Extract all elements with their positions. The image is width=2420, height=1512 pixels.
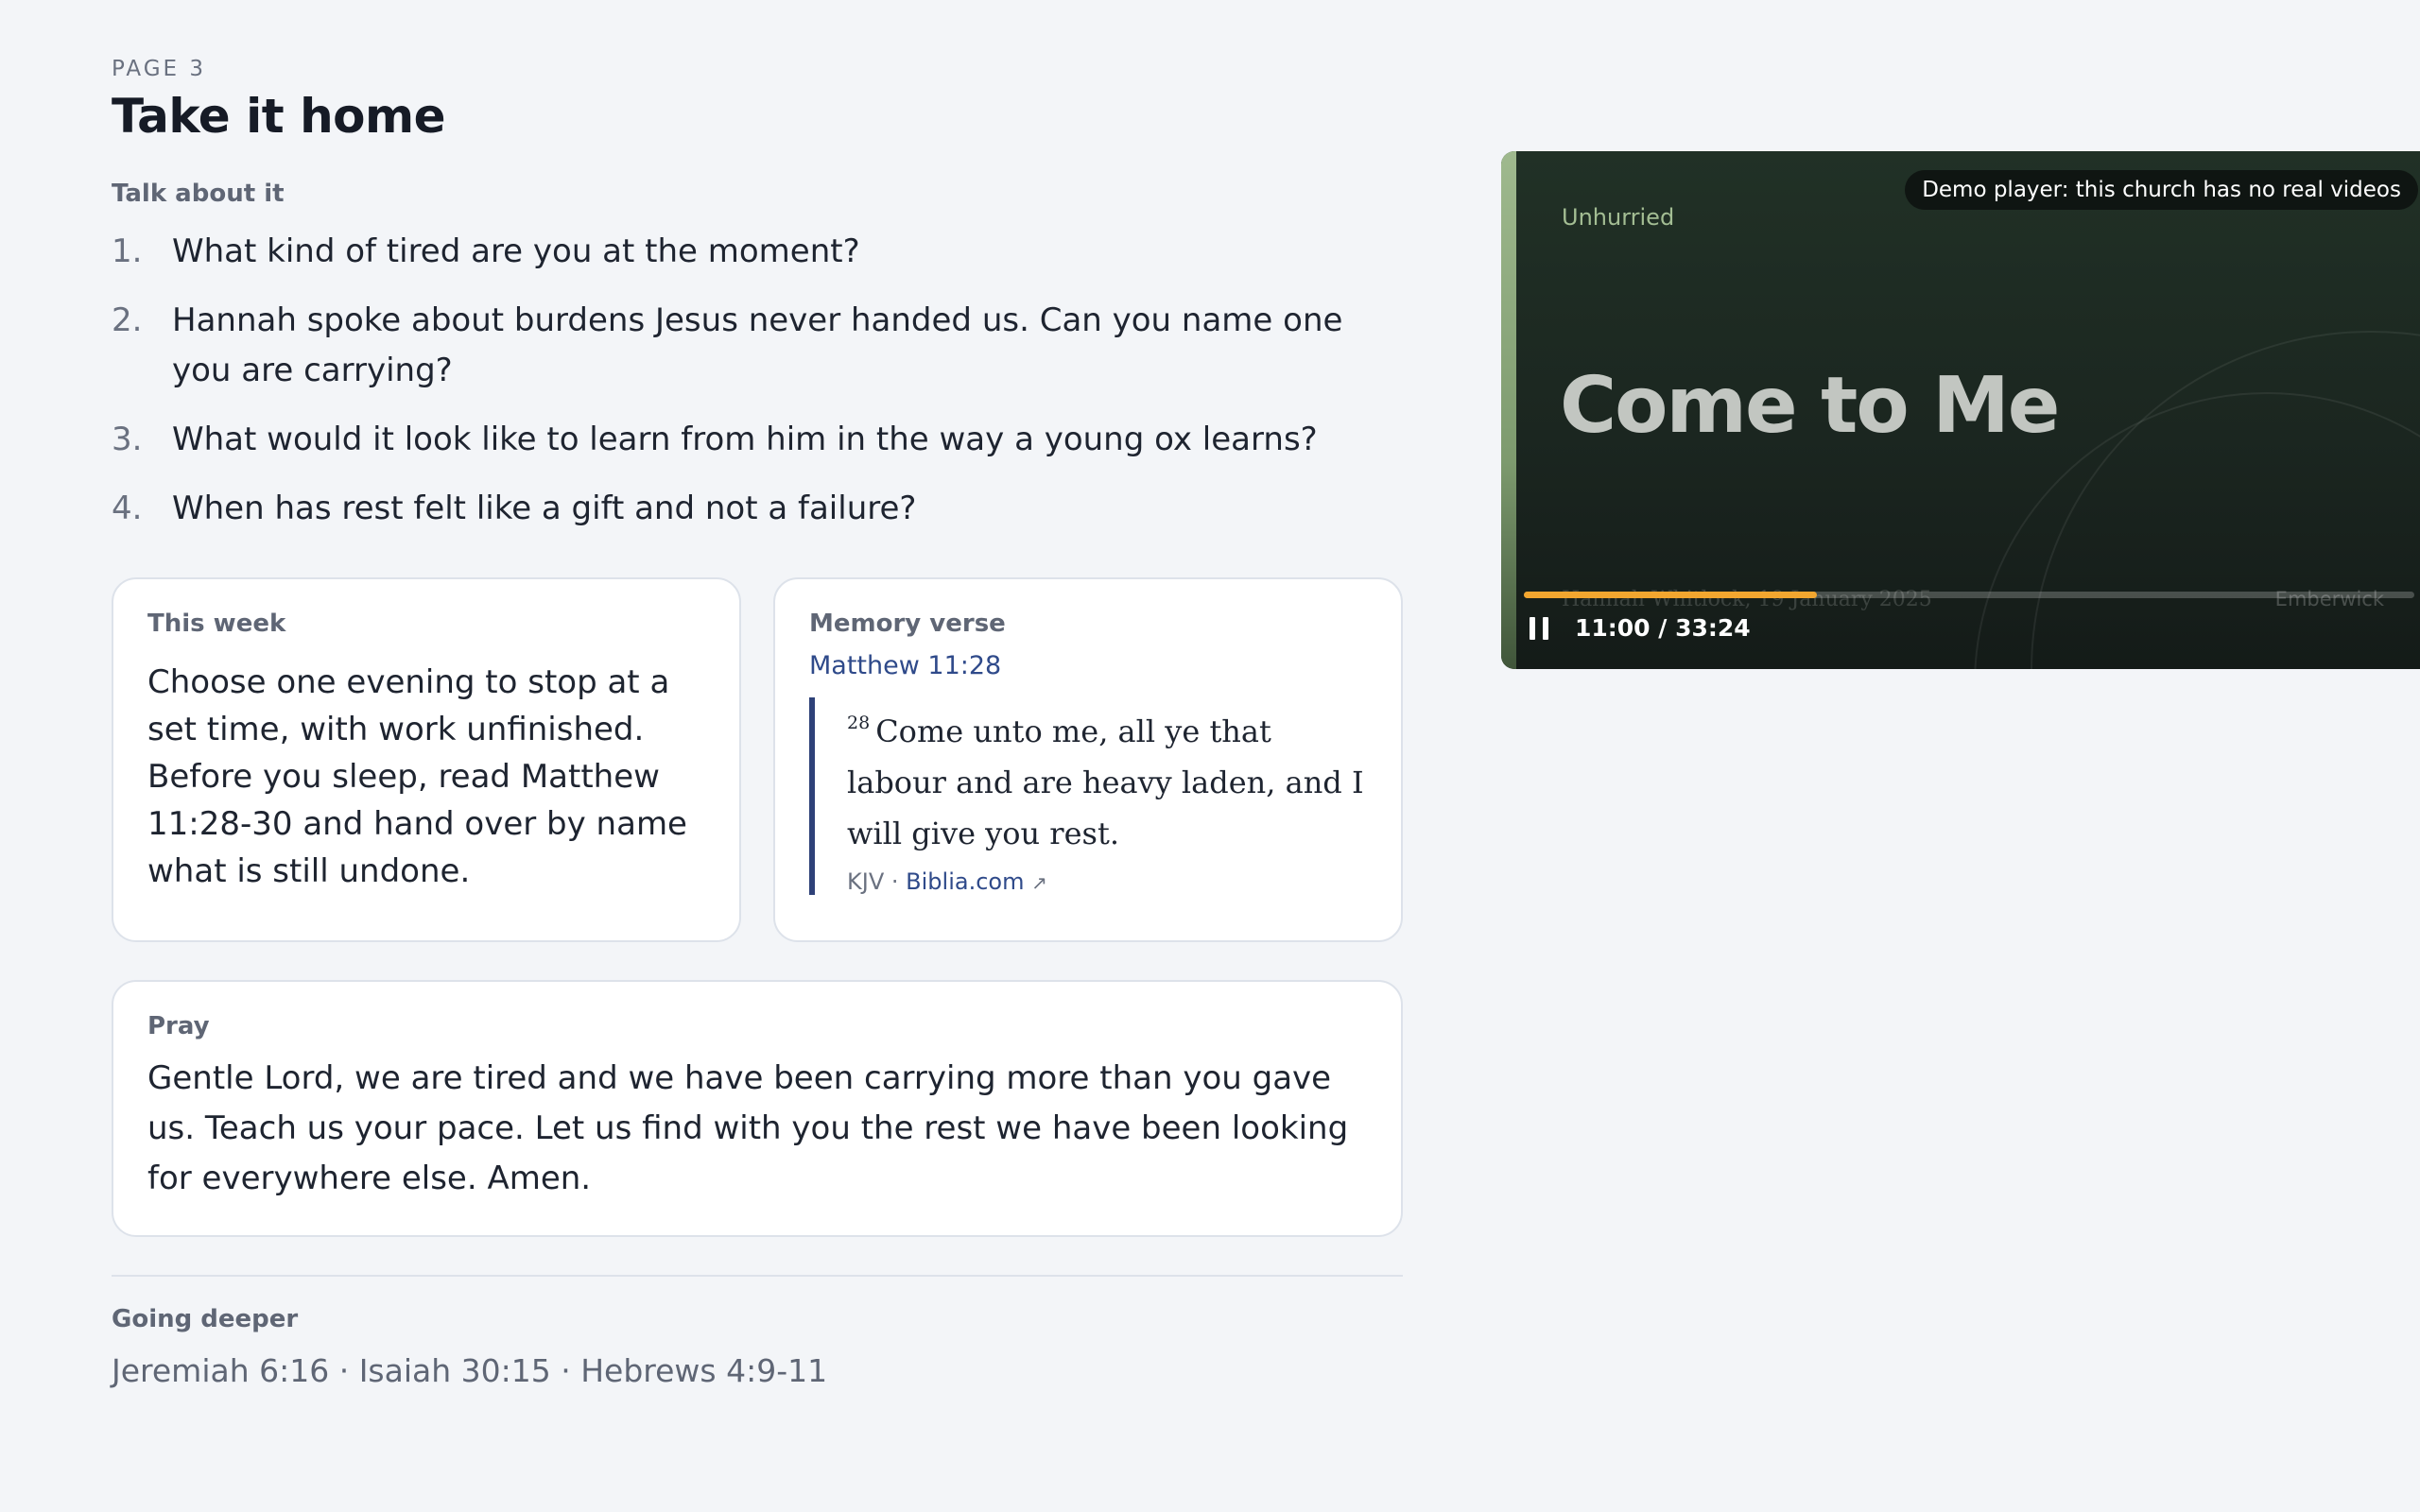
decorative-arc	[2031, 331, 2420, 669]
pause-button[interactable]	[1530, 616, 1548, 640]
question-text: When has rest felt like a gift and not a…	[172, 490, 917, 527]
question-number: 1.	[112, 232, 143, 270]
verse-text-block: 28 Come unto me, all ye that labour and a…	[847, 697, 1367, 859]
demo-badge: Demo player: this church has no real vid…	[1905, 170, 2418, 210]
question-text: What would it look like to learn from hi…	[172, 421, 1318, 458]
pause-icon	[1543, 616, 1548, 640]
question-item: 2. Hannah spoke about burdens Jesus neve…	[112, 296, 1403, 396]
going-deeper-references: Jeremiah 6:16 · Isaiah 30:15 · Hebrews 4…	[112, 1352, 828, 1389]
page-label: PAGE 3	[112, 57, 207, 81]
question-number: 2.	[112, 301, 143, 339]
time-display: 11:00 / 33:24	[1575, 614, 1751, 642]
sermon-title: Come to Me	[1560, 361, 2060, 451]
question-item: 3. What would it look like to learn from…	[112, 415, 1403, 465]
player-controls: 11:00 / 33:24	[1530, 614, 1751, 642]
series-name: Unhurried	[1562, 204, 1675, 231]
this-week-label: This week	[147, 610, 286, 638]
page-title: Take it home	[112, 89, 446, 144]
question-text: What kind of tired are you at the moment…	[172, 232, 860, 270]
this-week-card: This week Choose one evening to stop at …	[112, 577, 741, 942]
verse-number: 28	[847, 713, 871, 733]
divider	[112, 1275, 1403, 1277]
memory-verse-card: Memory verse Matthew 11:28 28 Come unto m…	[773, 577, 1403, 942]
question-number: 3.	[112, 421, 143, 458]
verse-source: KJV · Biblia.com ↗	[847, 868, 1367, 895]
question-item: 4. When has rest felt like a gift and no…	[112, 484, 1403, 534]
video-player[interactable]: Unhurried Come to Me Hannah Whitlock, 19…	[1501, 151, 2420, 669]
question-text: Hannah spoke about burdens Jesus never h…	[172, 301, 1343, 389]
pray-card: Pray Gentle Lord, we are tired and we ha…	[112, 980, 1403, 1237]
biblia-link[interactable]: Biblia.com	[906, 868, 1024, 895]
progress-fill	[1524, 592, 1817, 598]
cards-row: This week Choose one evening to stop at …	[112, 577, 1403, 942]
progress-bar[interactable]	[1524, 592, 2414, 598]
external-link-icon: ↗	[1031, 871, 1047, 894]
discussion-label: Talk about it	[112, 180, 285, 208]
verse-quote: 28 Come unto me, all ye that labour and a…	[809, 697, 1367, 895]
verse-separator: ·	[890, 868, 899, 895]
verse-translation: KJV	[847, 868, 885, 895]
going-deeper-label: Going deeper	[112, 1305, 299, 1333]
pray-text: Gentle Lord, we are tired and we have be…	[147, 1059, 1349, 1197]
question-number: 4.	[112, 490, 143, 527]
study-page: PAGE 3 Take it home Talk about it 1. Wha…	[112, 57, 1403, 1389]
question-item: 1. What kind of tired are you at the mom…	[112, 227, 1403, 277]
verse-reference-link[interactable]: Matthew 11:28	[809, 651, 1001, 680]
series-accent-bar	[1501, 151, 1516, 669]
discussion-questions: 1. What kind of tired are you at the mom…	[112, 227, 1403, 534]
this-week-text: Choose one evening to stop at a set time…	[147, 663, 687, 890]
verse-text: Come unto me, all ye that labour and are…	[847, 713, 1364, 851]
memory-verse-label: Memory verse	[809, 610, 1006, 638]
pause-icon	[1530, 616, 1535, 640]
pray-label: Pray	[147, 1012, 210, 1040]
